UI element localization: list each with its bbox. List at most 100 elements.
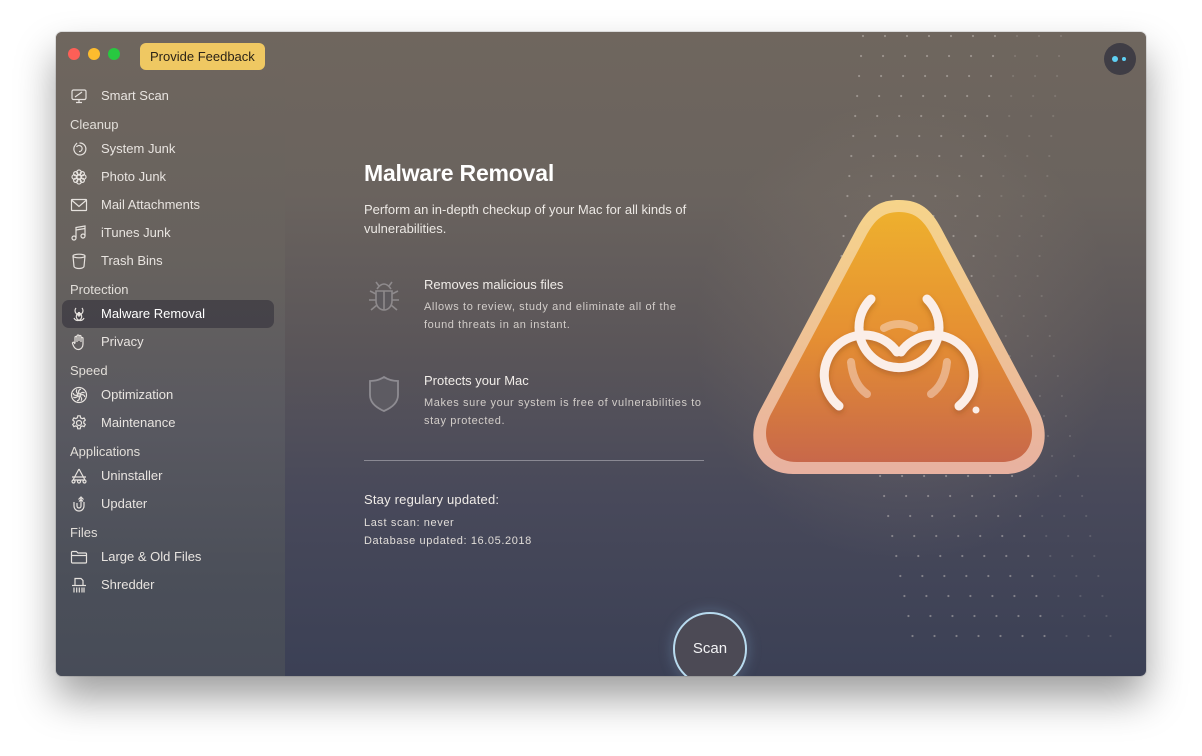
decorative-dot bbox=[1004, 154, 1007, 158]
decorative-dot bbox=[975, 514, 978, 518]
sidebar-item-mail-attachments[interactable]: Mail Attachments bbox=[62, 191, 274, 219]
decorative-dot bbox=[997, 514, 1000, 518]
decorative-dot bbox=[892, 174, 895, 178]
sidebar-item-label: Privacy bbox=[101, 334, 144, 349]
decorative-dot bbox=[1087, 634, 1090, 638]
decorative-dot bbox=[1055, 474, 1058, 478]
scan-button[interactable]: Scan bbox=[673, 612, 747, 676]
decorative-dot bbox=[999, 634, 1002, 638]
decorative-dot bbox=[902, 74, 905, 78]
decorative-dot bbox=[909, 514, 912, 518]
sidebar-item-label: Large & Old Files bbox=[101, 549, 202, 564]
decorative-dot bbox=[916, 154, 919, 158]
sidebar-item-maintenance[interactable]: Maintenance bbox=[62, 409, 274, 437]
decorative-dot bbox=[1054, 94, 1057, 98]
decorative-dot bbox=[1101, 594, 1104, 598]
sidebar-item-uninstaller[interactable]: Uninstaller bbox=[62, 462, 274, 490]
provide-feedback-button[interactable]: Provide Feedback bbox=[140, 43, 265, 70]
decorative-dot bbox=[1019, 514, 1022, 518]
feature-description: Makes sure your system is free of vulner… bbox=[424, 397, 702, 427]
decorative-dot bbox=[1045, 534, 1048, 538]
decorative-dot bbox=[1079, 594, 1082, 598]
system-junk-icon bbox=[70, 140, 88, 158]
decorative-dot bbox=[870, 174, 873, 178]
decorative-dot bbox=[940, 134, 943, 138]
decorative-dot bbox=[1015, 494, 1018, 498]
decorative-dot bbox=[968, 74, 971, 78]
assistant-dots-icon bbox=[1112, 56, 1118, 62]
decorative-dot bbox=[993, 34, 997, 38]
sidebar-item-updater[interactable]: Updater bbox=[62, 490, 274, 518]
decorative-dot bbox=[858, 74, 861, 78]
sidebar-item-optimization[interactable]: Optimization bbox=[62, 381, 274, 409]
decorative-dot bbox=[920, 114, 923, 118]
decorative-dot bbox=[1077, 474, 1080, 478]
decorative-dot bbox=[946, 74, 949, 78]
decorative-dot bbox=[977, 634, 980, 638]
decorative-dot bbox=[925, 594, 928, 598]
sidebar-item-label: iTunes Junk bbox=[101, 225, 171, 240]
sidebar: Provide Feedback Smart Scan Cleanup Syst… bbox=[56, 32, 285, 676]
decorative-dot bbox=[859, 54, 863, 58]
sidebar-item-malware-removal[interactable]: Malware Removal bbox=[62, 300, 274, 328]
decorative-dot bbox=[1009, 574, 1012, 578]
maximize-window-button[interactable] bbox=[108, 48, 120, 60]
decorative-dot bbox=[991, 54, 995, 58]
decorative-dot bbox=[1010, 94, 1013, 98]
main-panel: Malware Removal Perform an in-depth chec… bbox=[285, 32, 1146, 676]
decorative-dot bbox=[982, 154, 985, 158]
decorative-dot bbox=[1005, 554, 1008, 558]
sidebar-item-privacy[interactable]: Privacy bbox=[62, 328, 274, 356]
sidebar-item-itunes-junk[interactable]: iTunes Junk bbox=[62, 219, 274, 247]
decorative-dot bbox=[1017, 614, 1020, 618]
decorative-dot bbox=[878, 94, 881, 98]
decorative-dot bbox=[883, 494, 886, 498]
decorative-dot bbox=[891, 534, 894, 538]
decorative-dot bbox=[1048, 154, 1051, 158]
sidebar-item-photo-junk[interactable]: Photo Junk bbox=[62, 163, 274, 191]
section-title-speed: Speed bbox=[70, 363, 108, 378]
decorative-dot bbox=[962, 134, 965, 138]
decorative-dot bbox=[905, 34, 909, 38]
feature-description: Allows to review, study and eliminate al… bbox=[424, 301, 677, 331]
decorative-dot bbox=[990, 74, 993, 78]
decorative-dot bbox=[1059, 494, 1062, 498]
decorative-dot bbox=[876, 114, 879, 118]
decorative-dot bbox=[936, 174, 939, 178]
shredder-icon bbox=[70, 576, 88, 594]
folder-icon bbox=[70, 548, 88, 566]
sidebar-item-smart-scan[interactable]: Smart Scan bbox=[62, 82, 274, 110]
decorative-dot bbox=[1057, 594, 1060, 598]
sidebar-item-large-old-files[interactable]: Large & Old Files bbox=[62, 543, 274, 571]
decorative-dot bbox=[898, 114, 901, 118]
decorative-dot bbox=[872, 154, 875, 158]
section-title-applications: Applications bbox=[70, 444, 141, 459]
decorative-dot bbox=[913, 534, 916, 538]
decorative-dot bbox=[1075, 574, 1078, 578]
sidebar-item-trash-bins[interactable]: Trash Bins bbox=[62, 247, 274, 275]
decorative-dot bbox=[924, 74, 927, 78]
decorative-dot bbox=[895, 554, 898, 558]
minimize-window-button[interactable] bbox=[88, 48, 100, 60]
decorative-dot bbox=[951, 614, 954, 618]
assistant-button[interactable] bbox=[1104, 43, 1136, 75]
feature-heading: Protects your Mac bbox=[424, 373, 529, 388]
decorative-dot bbox=[861, 34, 865, 38]
close-window-button[interactable] bbox=[68, 48, 80, 60]
decorative-dot bbox=[1072, 454, 1076, 458]
decorative-dot bbox=[1023, 534, 1026, 538]
decorative-dot bbox=[1060, 394, 1063, 398]
decorative-dot bbox=[1065, 634, 1068, 638]
decorative-dot bbox=[848, 174, 851, 178]
sidebar-item-shredder[interactable]: Shredder bbox=[62, 571, 274, 599]
decorative-dot bbox=[894, 154, 897, 158]
decorative-dot bbox=[1035, 54, 1039, 58]
decorative-dot bbox=[917, 554, 920, 558]
decorative-dot bbox=[854, 114, 857, 118]
hand-icon bbox=[70, 333, 88, 351]
decorative-dot bbox=[986, 114, 989, 118]
decorative-dot bbox=[927, 34, 931, 38]
decorative-dot bbox=[1053, 574, 1056, 578]
sidebar-item-system-junk[interactable]: System Junk bbox=[62, 135, 274, 163]
decorative-dot bbox=[943, 574, 946, 578]
